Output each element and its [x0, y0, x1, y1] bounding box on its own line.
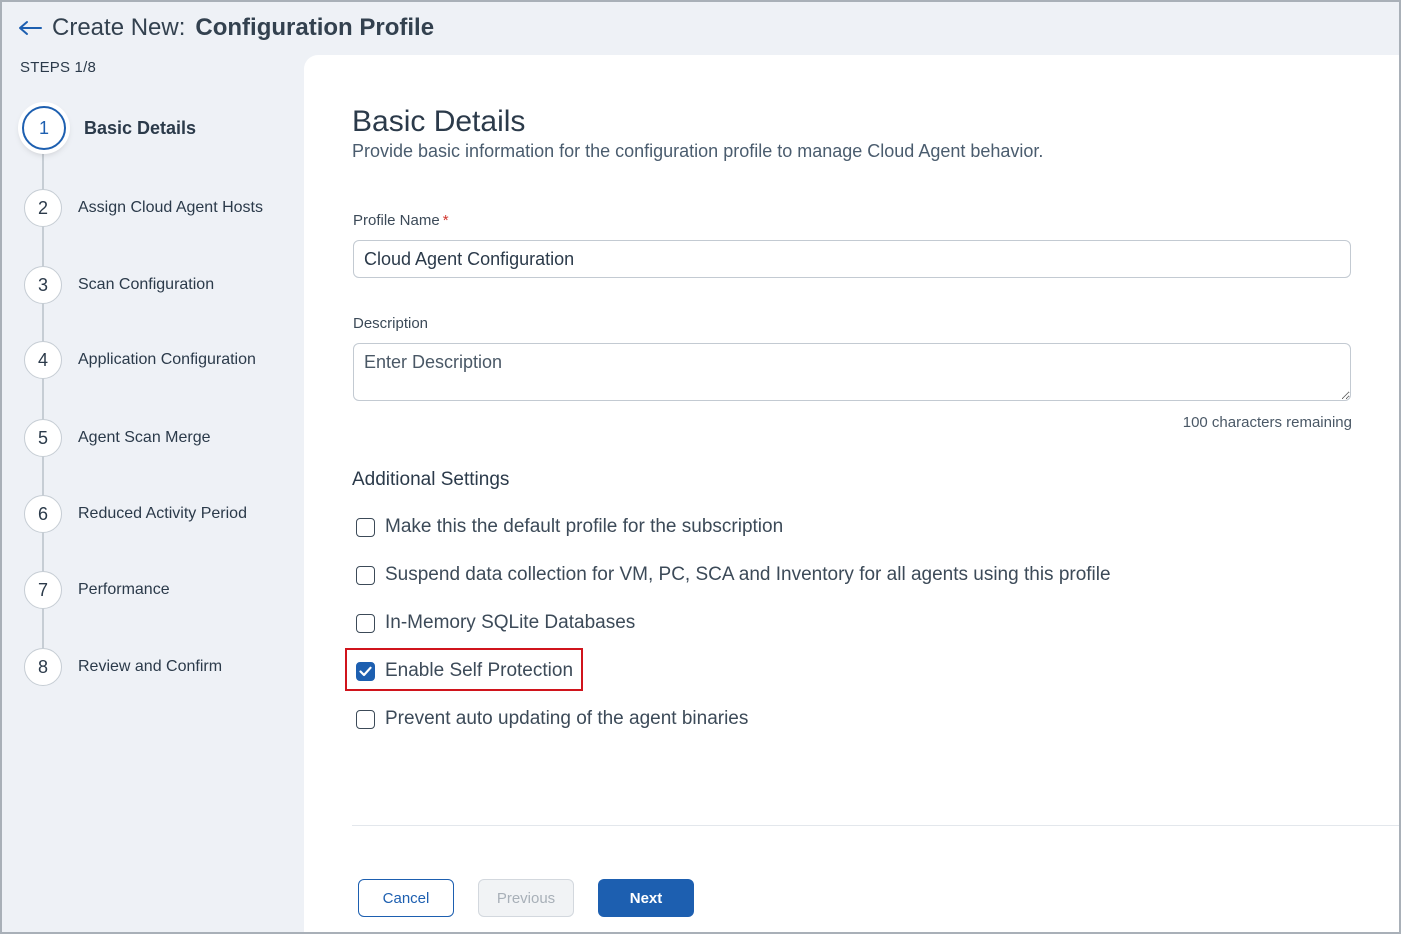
in-memory-sqlite-checkbox[interactable] [356, 613, 375, 633]
step-assign-cloud-agent-hosts[interactable]: 2 Assign Cloud Agent Hosts [24, 189, 268, 227]
option-label: Prevent auto updating of the agent binar… [385, 708, 749, 729]
option-label: Enable Self Protection [385, 660, 574, 681]
profile-name-input[interactable] [353, 240, 1351, 278]
step-label: Scan Configuration [78, 276, 215, 293]
suspend-data-collection-checkbox[interactable] [356, 565, 375, 585]
profile-name-label-text: Profile Name [353, 212, 440, 229]
suspend-data-collection-option[interactable]: Suspend data collection for VM, PC, SCA … [356, 564, 1111, 586]
step-application-configuration[interactable]: 4 Application Configuration [24, 341, 268, 379]
step-number: 6 [24, 495, 62, 533]
step-number: 5 [24, 419, 62, 457]
app-window: Create New: Configuration Profile STEPS … [0, 0, 1401, 934]
profile-name-label: Profile Name * [353, 212, 449, 229]
step-agent-scan-merge[interactable]: 5 Agent Scan Merge [24, 419, 268, 457]
step-basic-details[interactable]: 1 Basic Details [22, 106, 274, 150]
steps-sidebar: STEPS 1/8 1 Basic Details 2 Assign Cloud… [2, 2, 302, 932]
step-performance[interactable]: 7 Performance [24, 571, 268, 609]
step-review-and-confirm[interactable]: 8 Review and Confirm [24, 648, 268, 686]
prevent-auto-update-option[interactable]: Prevent auto updating of the agent binar… [356, 708, 748, 730]
prevent-auto-update-checkbox[interactable] [356, 709, 375, 729]
steps-counter: STEPS 1/8 [20, 59, 97, 76]
step-reduced-activity-period[interactable]: 6 Reduced Activity Period [24, 495, 268, 533]
step-scan-configuration[interactable]: 3 Scan Configuration [24, 266, 268, 304]
step-label: Assign Cloud Agent Hosts [78, 199, 263, 216]
required-marker: * [442, 212, 449, 229]
previous-button[interactable]: Previous [478, 879, 574, 917]
in-memory-sqlite-option[interactable]: In-Memory SQLite Databases [356, 612, 635, 634]
step-label: Agent Scan Merge [78, 429, 211, 446]
step-number: 4 [24, 341, 62, 379]
checkmark-icon [359, 666, 372, 676]
next-button[interactable]: Next [598, 879, 694, 917]
step-label: Performance [78, 581, 170, 598]
main-panel: Basic Details Provide basic information … [304, 55, 1399, 932]
step-number: 1 [22, 106, 66, 150]
character-count: 100 characters remaining [1182, 414, 1352, 431]
default-profile-option[interactable]: Make this the default profile for the su… [356, 516, 783, 538]
step-number: 3 [24, 266, 62, 304]
step-label: Basic Details [84, 118, 197, 138]
description-label: Description [353, 315, 429, 332]
additional-settings-heading: Additional Settings [352, 469, 510, 490]
default-profile-checkbox[interactable] [356, 517, 375, 537]
step-number: 8 [24, 648, 62, 686]
step-label: Reduced Activity Period [78, 505, 247, 522]
description-textarea[interactable] [353, 343, 1351, 401]
section-subtitle: Provide basic information for the config… [352, 141, 1044, 161]
footer-divider [352, 825, 1399, 826]
step-label: Review and Confirm [78, 658, 223, 675]
option-label: Make this the default profile for the su… [385, 516, 784, 537]
option-label: Suspend data collection for VM, PC, SCA … [385, 564, 1111, 585]
cancel-button[interactable]: Cancel [358, 879, 454, 917]
step-number: 7 [24, 571, 62, 609]
enable-self-protection-checkbox[interactable] [356, 661, 375, 681]
step-label: Application Configuration [78, 351, 256, 368]
step-number: 2 [24, 189, 62, 227]
option-label: In-Memory SQLite Databases [385, 612, 636, 633]
section-title: Basic Details [352, 105, 526, 138]
enable-self-protection-option[interactable]: Enable Self Protection [356, 660, 573, 682]
